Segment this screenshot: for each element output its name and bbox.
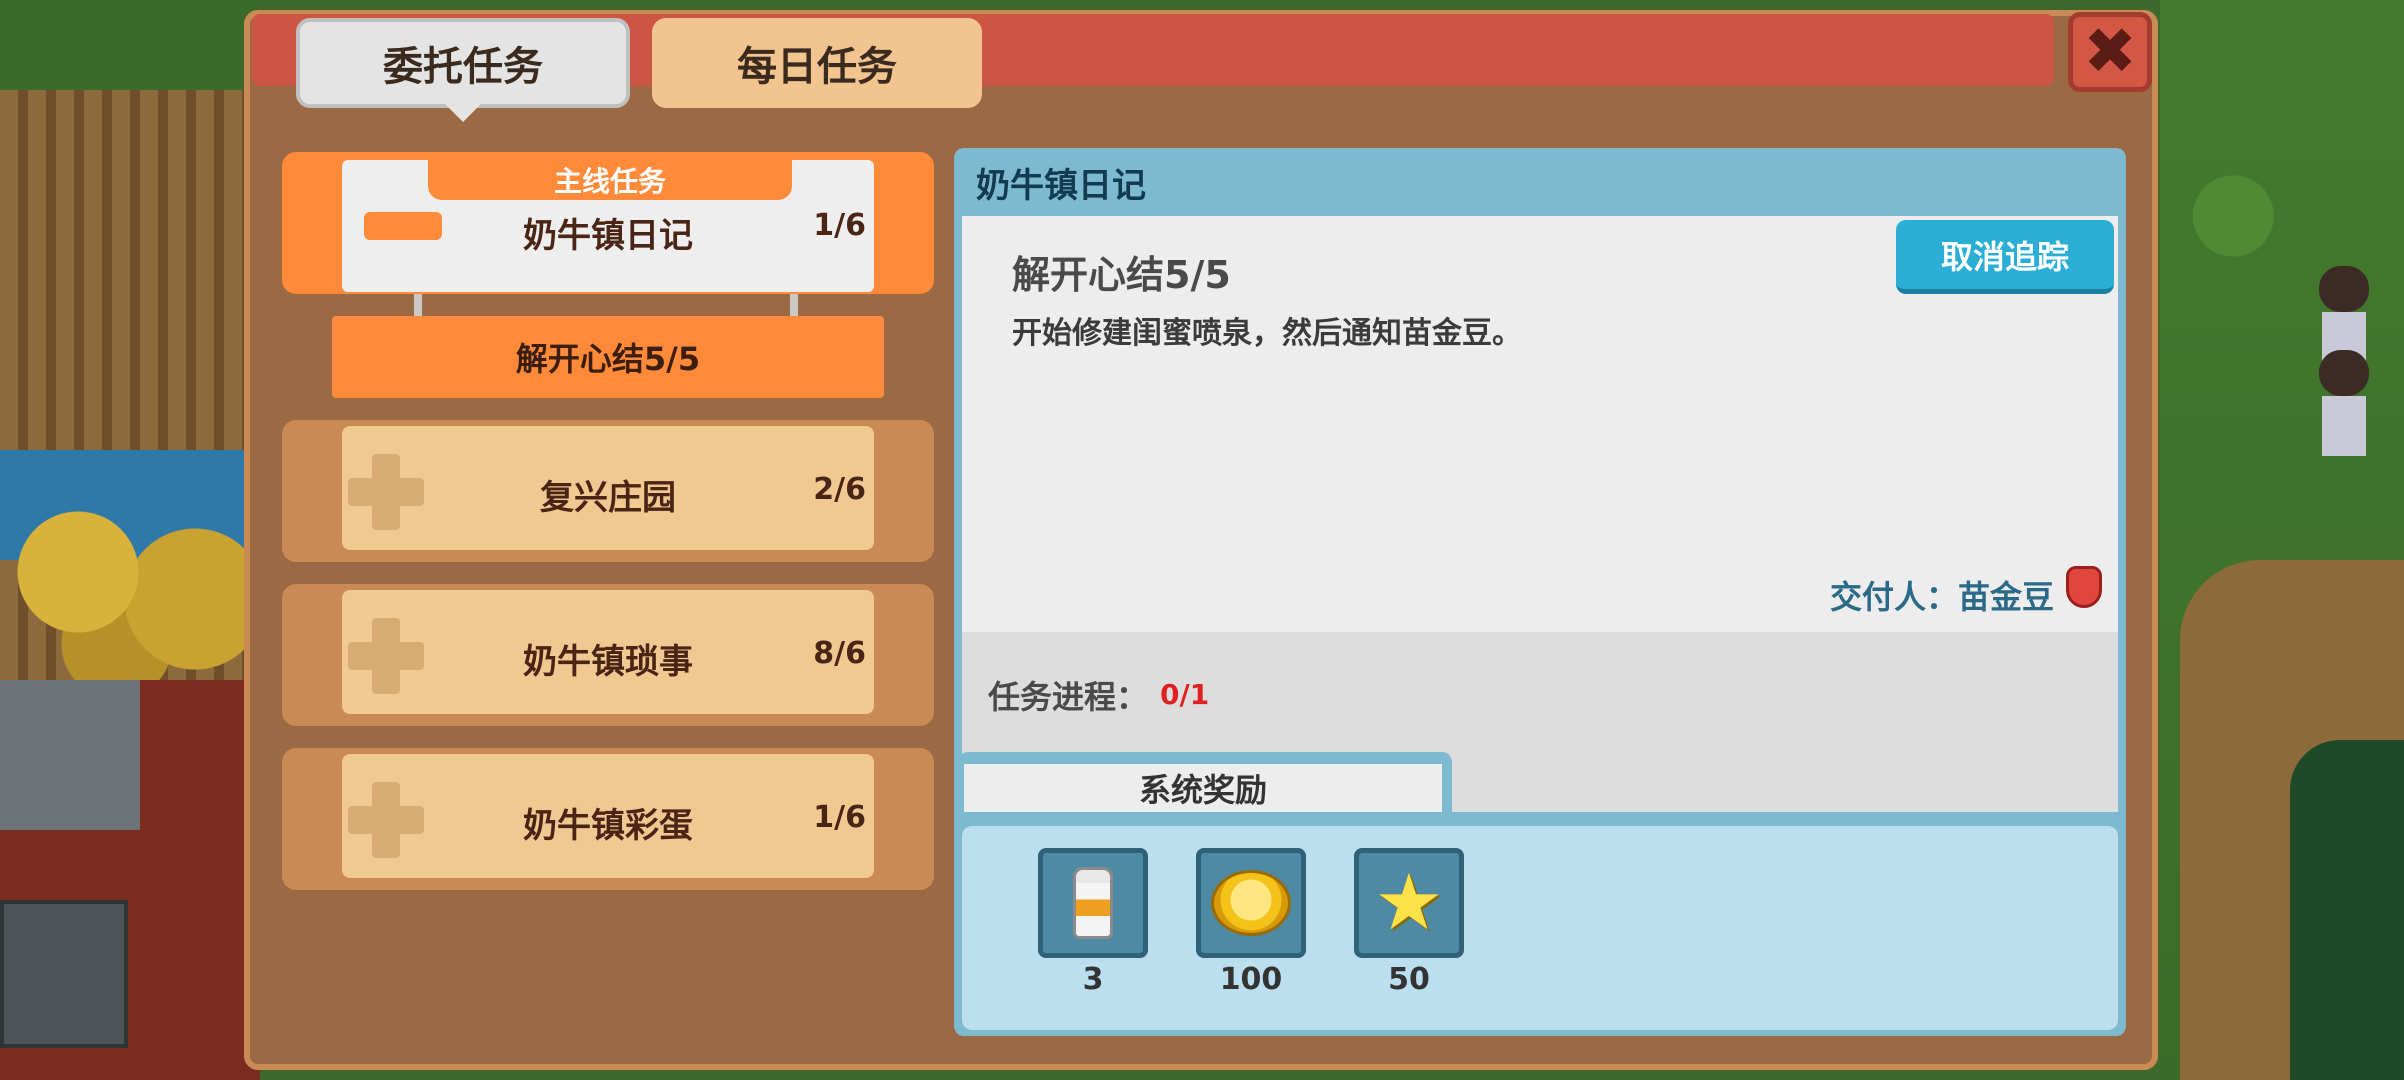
tab-daily-quests[interactable]: 每日任务: [652, 18, 982, 108]
progress-label: 任务进程：: [988, 678, 1149, 716]
reward-quantity: 100: [1219, 962, 1283, 997]
quest-count: 1/6: [813, 208, 866, 243]
npc-character[interactable]: [2316, 350, 2372, 460]
reward-quantity: 3: [1082, 962, 1104, 997]
task-title: 解开心结5/5: [1012, 253, 1231, 297]
grass-patch: [0, 0, 260, 90]
detail-title: 奶牛镇日记: [976, 166, 1146, 206]
pine-tree: [2290, 740, 2404, 1080]
quest-name: 奶牛镇日记: [523, 216, 693, 256]
quest-item-main[interactable]: 主线任务 奶牛镇日记 1/6: [282, 152, 934, 294]
quest-item[interactable]: 奶牛镇琐事 8/6: [282, 584, 934, 726]
connector-line: [790, 294, 798, 316]
milk-bottle-icon: [1073, 867, 1113, 939]
location-marker-icon[interactable]: [2066, 566, 2102, 608]
reward-item[interactable]: [1038, 848, 1148, 958]
untrack-button[interactable]: 取消追踪: [1896, 220, 2114, 294]
tab-commission-quests[interactable]: 委托任务: [296, 18, 630, 122]
quest-name: 复兴庄园: [540, 478, 676, 518]
barn-roof: [0, 680, 140, 830]
active-subtask[interactable]: 解开心结5/5: [332, 316, 884, 398]
quest-name: 奶牛镇琐事: [523, 642, 693, 682]
close-button[interactable]: ✖: [2068, 12, 2152, 92]
gold-coin-icon: [1211, 870, 1291, 936]
rewards-tab: 系统奖励: [964, 764, 1442, 812]
quest-name: 奶牛镇彩蛋: [523, 806, 693, 846]
hay-bushes: [0, 500, 260, 680]
connector-line: [414, 294, 422, 316]
quest-item[interactable]: 复兴庄园 2/6: [282, 420, 934, 562]
reward-item[interactable]: [1196, 848, 1306, 958]
quest-count: 2/6: [813, 472, 866, 507]
task-description: 开始修建闺蜜喷泉，然后通知苗金豆。: [1012, 316, 1522, 351]
star-icon: ★: [1374, 858, 1444, 948]
tab-label: 每日任务: [737, 44, 897, 90]
tab-label: 委托任务: [383, 44, 543, 90]
quest-count: 1/6: [813, 800, 866, 835]
quest-item[interactable]: 奶牛镇彩蛋 1/6: [282, 748, 934, 890]
close-icon: ✖: [2083, 15, 2137, 89]
progress-value: 0/1: [1160, 678, 1210, 711]
machine: [0, 900, 128, 1048]
quest-count: 8/6: [813, 636, 866, 671]
quest-giver: 交付人：苗金豆: [1830, 578, 2055, 616]
reward-item[interactable]: ★: [1354, 848, 1464, 958]
reward-quantity: 50: [1388, 962, 1430, 997]
main-quest-tag: 主线任务: [428, 160, 792, 200]
